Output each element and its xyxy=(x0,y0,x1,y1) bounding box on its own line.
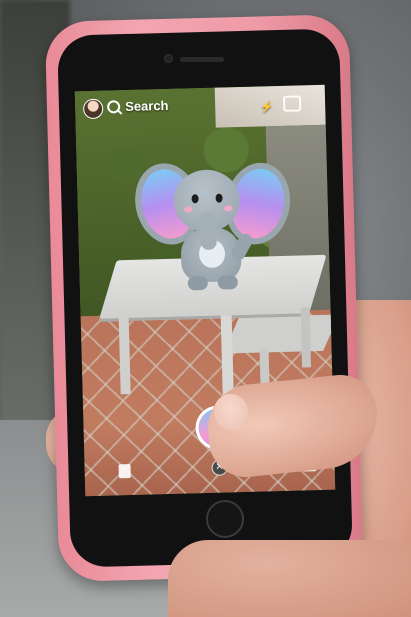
memories-icon[interactable] xyxy=(118,464,131,479)
front-camera xyxy=(164,54,173,63)
bench xyxy=(223,314,336,354)
elephant-eye xyxy=(191,194,199,204)
flip-camera-icon[interactable] xyxy=(282,95,302,112)
table-leg xyxy=(118,314,131,395)
elephant-foot xyxy=(217,275,238,290)
search-icon[interactable] xyxy=(106,100,121,114)
earpiece-speaker xyxy=(180,57,224,62)
table-leg xyxy=(300,307,312,368)
avatar-icon[interactable] xyxy=(82,98,104,120)
search-label[interactable]: Search xyxy=(125,98,169,114)
camera-top-bar: Search ⚡ xyxy=(75,85,326,124)
elephant-trunk xyxy=(199,211,217,251)
elephant-eye xyxy=(215,193,223,203)
home-button[interactable] xyxy=(206,500,244,538)
elephant-foot xyxy=(187,275,208,291)
flash-icon[interactable]: ⚡ xyxy=(260,100,274,113)
fingers xyxy=(168,540,411,617)
